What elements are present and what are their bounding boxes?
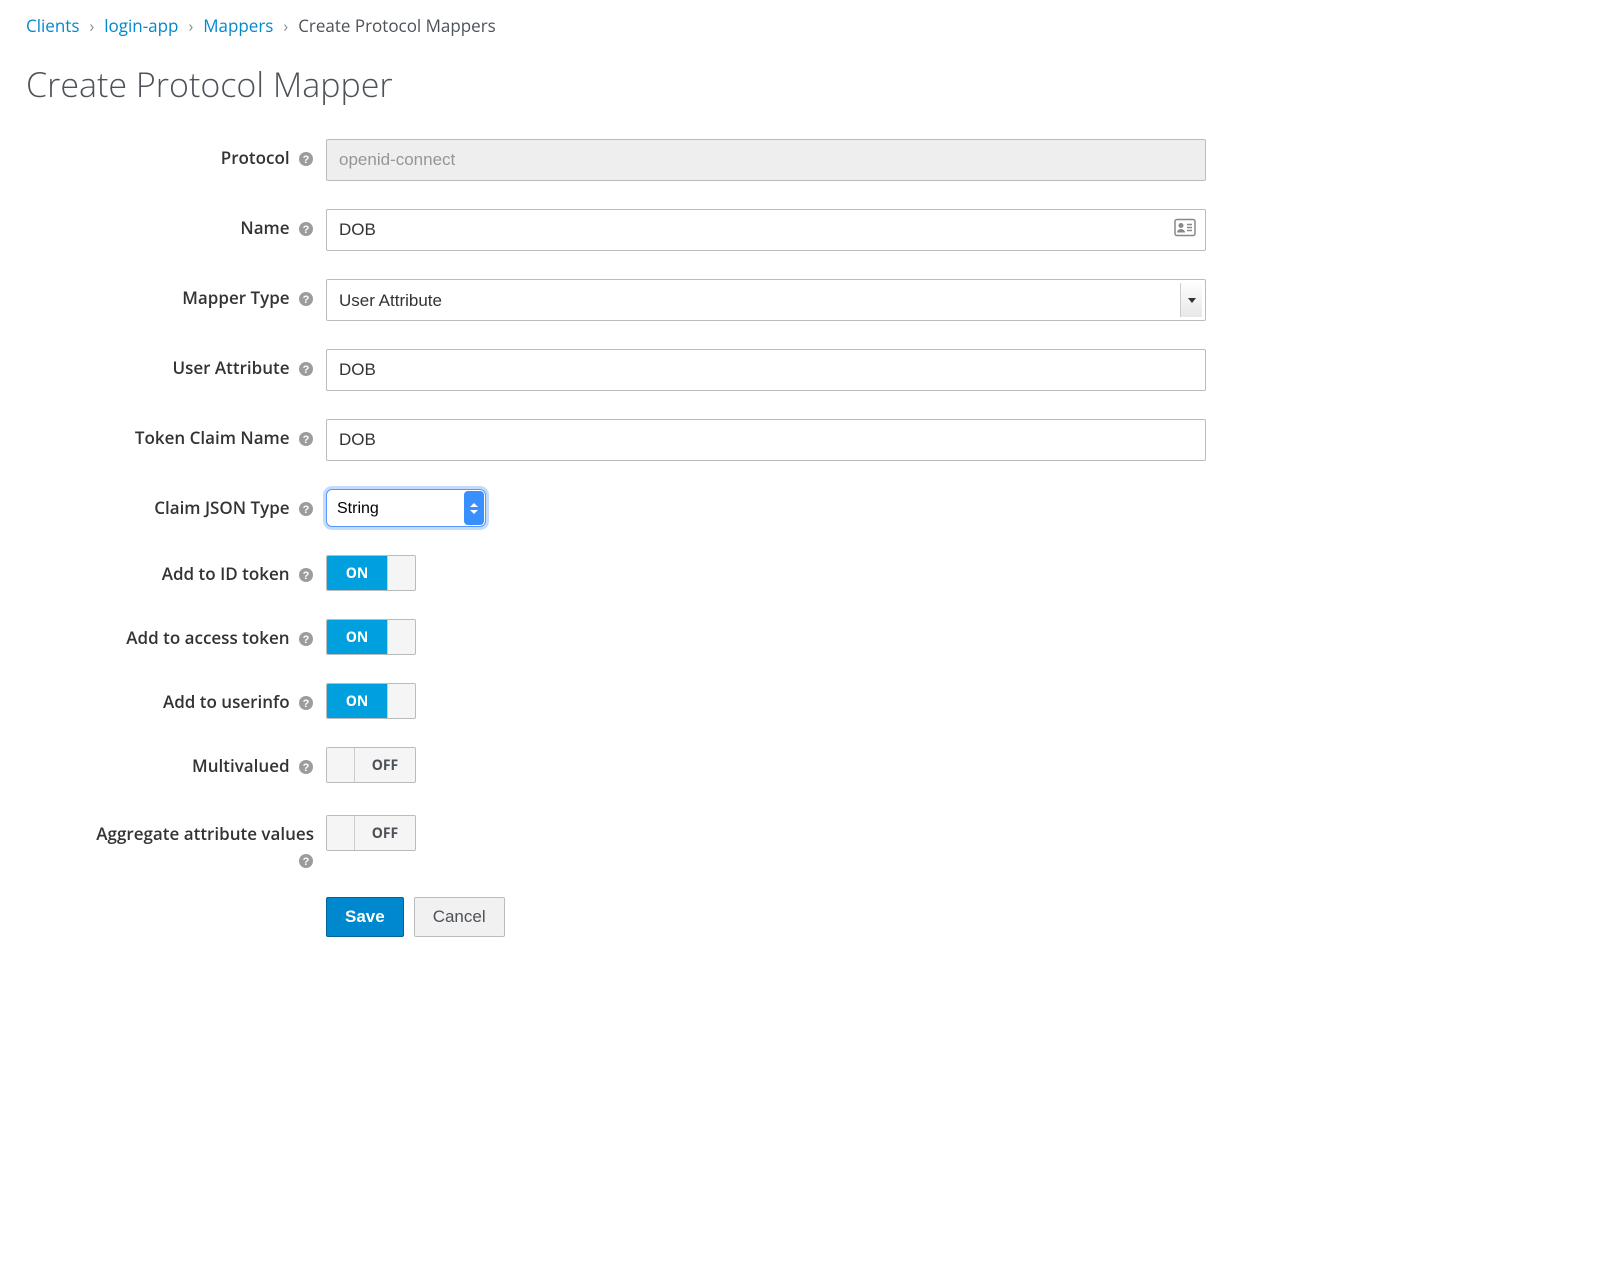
- svg-text:?: ?: [303, 698, 310, 710]
- contact-card-icon: [1174, 219, 1196, 242]
- page-title: Create Protocol Mapper: [26, 61, 1598, 107]
- svg-text:?: ?: [303, 570, 310, 582]
- breadcrumb-clients[interactable]: Clients: [26, 14, 79, 37]
- help-icon[interactable]: ?: [298, 501, 314, 517]
- help-icon[interactable]: ?: [298, 151, 314, 167]
- row-name: Name ?: [26, 209, 1598, 251]
- svg-text:?: ?: [303, 154, 310, 166]
- row-add-to-userinfo: Add to userinfo ? ON OFF: [26, 683, 1598, 719]
- token-claim-name-input[interactable]: [326, 419, 1206, 461]
- add-to-id-token-toggle[interactable]: ON OFF: [326, 555, 416, 591]
- svg-text:?: ?: [303, 364, 310, 376]
- row-multivalued: Multivalued ? ON OFF: [26, 747, 1598, 787]
- protocol-input: [326, 139, 1206, 181]
- svg-text:?: ?: [303, 504, 310, 516]
- svg-text:?: ?: [303, 294, 310, 306]
- label-add-to-userinfo: Add to userinfo ?: [26, 683, 326, 713]
- svg-text:?: ?: [303, 224, 310, 236]
- row-add-to-id-token: Add to ID token ? ON OFF: [26, 555, 1598, 591]
- label-token-claim-name: Token Claim Name ?: [26, 419, 326, 449]
- label-add-to-id-token: Add to ID token ?: [26, 555, 326, 585]
- help-icon[interactable]: ?: [298, 853, 314, 869]
- row-mapper-type: Mapper Type ? User Attribute: [26, 279, 1598, 321]
- svg-text:?: ?: [303, 762, 310, 774]
- mapper-type-select[interactable]: User Attribute: [326, 279, 1206, 321]
- breadcrumb-current: Create Protocol Mappers: [298, 14, 496, 37]
- help-icon[interactable]: ?: [298, 759, 314, 775]
- breadcrumb: Clients › login-app › Mappers › Create P…: [26, 14, 1598, 37]
- row-aggregate-attr: Aggregate attribute values ? ON OFF: [26, 815, 1598, 869]
- aggregate-attr-toggle[interactable]: ON OFF: [326, 815, 416, 851]
- help-icon[interactable]: ?: [298, 567, 314, 583]
- label-name: Name ?: [26, 209, 326, 239]
- add-to-userinfo-toggle[interactable]: ON OFF: [326, 683, 416, 719]
- breadcrumb-mappers[interactable]: Mappers: [203, 14, 273, 37]
- row-user-attribute: User Attribute ?: [26, 349, 1598, 391]
- label-multivalued: Multivalued ?: [26, 747, 326, 777]
- label-add-to-access-token: Add to access token ?: [26, 619, 326, 649]
- name-input[interactable]: [326, 209, 1206, 251]
- help-icon[interactable]: ?: [298, 291, 314, 307]
- svg-text:?: ?: [303, 434, 310, 446]
- claim-json-type-select[interactable]: String: [326, 489, 486, 527]
- label-user-attribute: User Attribute ?: [26, 349, 326, 379]
- user-attribute-input[interactable]: [326, 349, 1206, 391]
- label-aggregate-attr: Aggregate attribute values ?: [26, 815, 326, 869]
- help-icon[interactable]: ?: [298, 631, 314, 647]
- help-icon[interactable]: ?: [298, 695, 314, 711]
- row-protocol: Protocol ?: [26, 139, 1598, 181]
- cancel-button[interactable]: Cancel: [414, 897, 505, 937]
- chevron-right-icon: ›: [89, 15, 94, 37]
- label-claim-json-type: Claim JSON Type ?: [26, 489, 326, 519]
- row-buttons: Save Cancel: [26, 897, 1598, 937]
- svg-text:?: ?: [303, 634, 310, 646]
- svg-text:?: ?: [303, 856, 310, 868]
- row-add-to-access-token: Add to access token ? ON OFF: [26, 619, 1598, 655]
- add-to-access-token-toggle[interactable]: ON OFF: [326, 619, 416, 655]
- chevron-right-icon: ›: [283, 15, 288, 37]
- help-icon[interactable]: ?: [298, 361, 314, 377]
- label-mapper-type: Mapper Type ?: [26, 279, 326, 309]
- multivalued-toggle[interactable]: ON OFF: [326, 747, 416, 783]
- save-button[interactable]: Save: [326, 897, 404, 937]
- row-claim-json-type: Claim JSON Type ? String: [26, 489, 1598, 527]
- breadcrumb-login-app[interactable]: login-app: [104, 14, 178, 37]
- row-token-claim-name: Token Claim Name ?: [26, 419, 1598, 461]
- chevron-right-icon: ›: [188, 15, 193, 37]
- label-protocol: Protocol ?: [26, 139, 326, 169]
- help-icon[interactable]: ?: [298, 431, 314, 447]
- help-icon[interactable]: ?: [298, 221, 314, 237]
